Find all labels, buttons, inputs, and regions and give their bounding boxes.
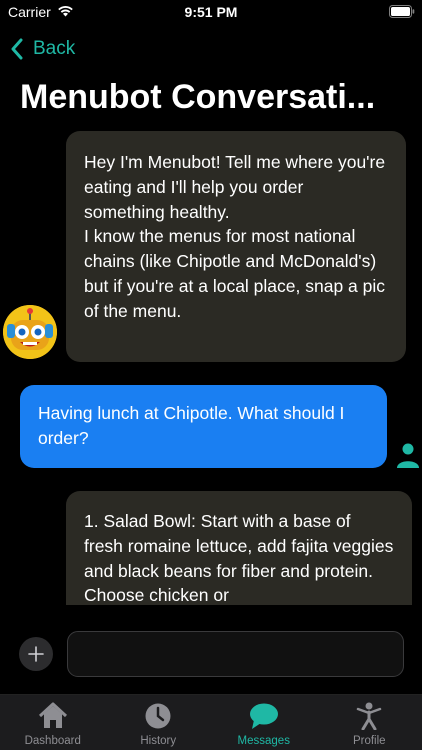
bot-message: Hey I'm Menubot! Tell me where you're ea… xyxy=(66,131,406,362)
tab-dashboard[interactable]: Dashboard xyxy=(0,695,106,750)
user-message: Having lunch at Chipotle. What should I … xyxy=(20,385,387,468)
tab-history[interactable]: History xyxy=(106,695,212,750)
tab-label: History xyxy=(140,735,177,747)
tab-messages[interactable]: Messages xyxy=(211,695,317,750)
back-button[interactable]: Back xyxy=(10,36,75,62)
chat-bubble-icon xyxy=(249,703,278,729)
person-icon xyxy=(397,443,419,468)
plus-icon xyxy=(28,646,44,662)
robot-face-icon xyxy=(3,305,57,359)
message-input[interactable] xyxy=(67,631,404,677)
page-title: Menubot Conversati... xyxy=(20,78,376,116)
battery-icon xyxy=(389,5,415,18)
house-icon xyxy=(38,702,67,728)
bot-message: 1. Salad Bowl: Start with a base of fres… xyxy=(66,491,412,605)
back-label: Back xyxy=(33,38,76,59)
message-text: 1. Salad Bowl: Start with a base of fres… xyxy=(84,511,394,605)
chevron-left-icon xyxy=(11,38,23,60)
message-text: Having lunch at Chipotle. What should I … xyxy=(38,403,345,448)
clock-icon xyxy=(145,703,171,729)
status-time: 9:51 PM xyxy=(184,4,238,20)
person-icon xyxy=(357,702,382,730)
status-bar: Carrier 9:51 PM xyxy=(0,0,422,26)
message-list[interactable]: Hey I'm Menubot! Tell me where you're ea… xyxy=(0,128,422,605)
tab-bar: Dashboard History Messages Profile xyxy=(0,694,422,750)
bot-avatar xyxy=(3,305,57,359)
tab-label: Profile xyxy=(352,735,386,747)
tab-label: Messages xyxy=(237,735,290,747)
tab-label: Dashboard xyxy=(24,735,81,747)
message-text: Hey I'm Menubot! Tell me where you're ea… xyxy=(84,152,386,321)
tab-profile[interactable]: Profile xyxy=(317,695,422,750)
add-attachment-button[interactable] xyxy=(19,637,53,671)
